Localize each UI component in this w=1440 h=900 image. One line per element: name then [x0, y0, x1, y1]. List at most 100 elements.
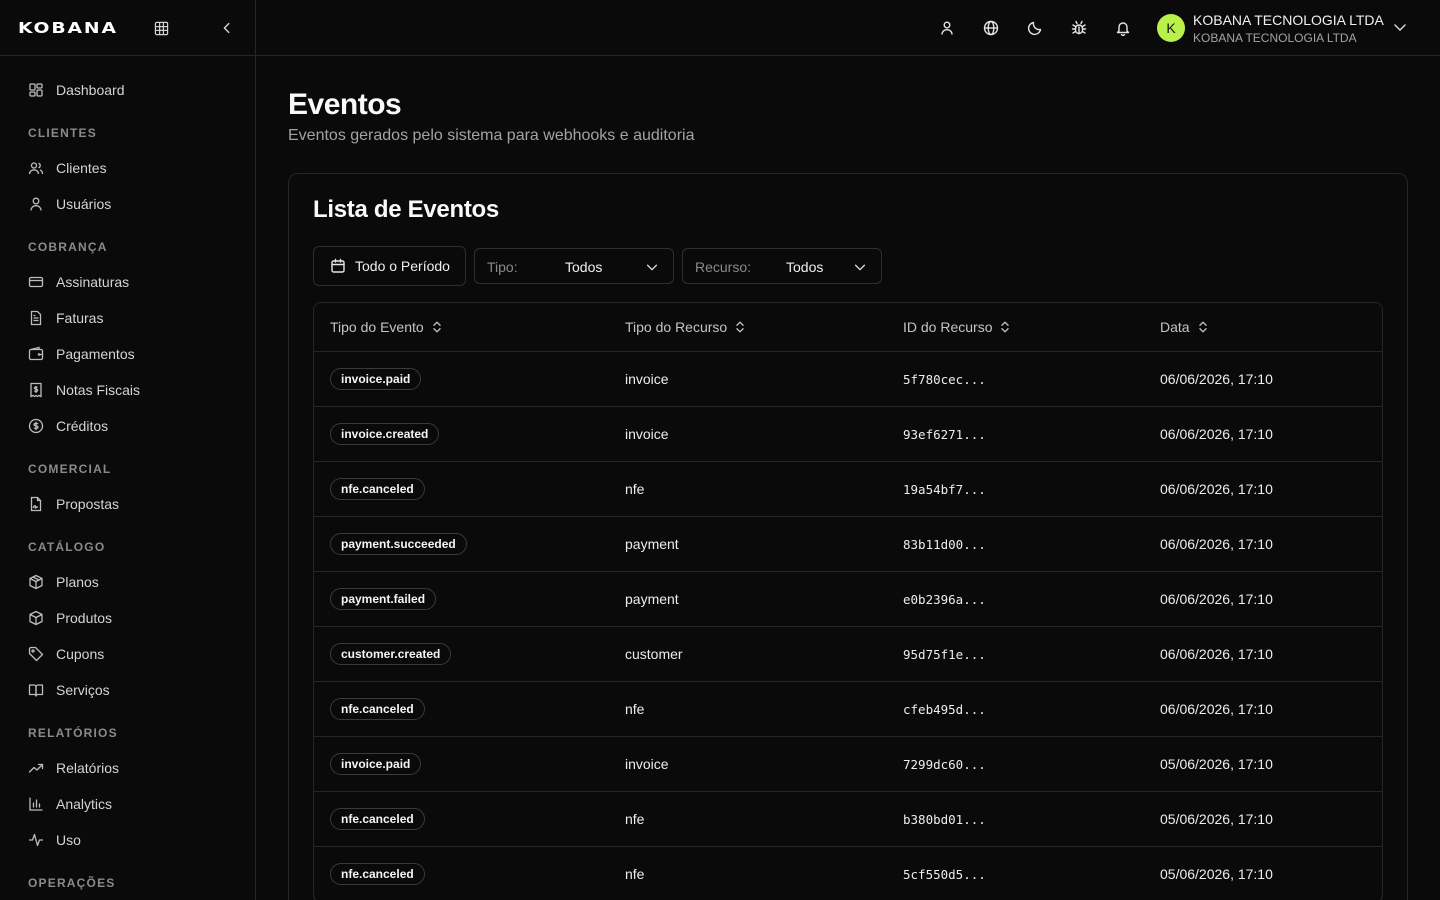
resource-type-cell: invoice [625, 371, 669, 387]
sidebar-item-assinaturas[interactable]: Assinaturas [0, 264, 255, 300]
resource-filter-label: Recurso: [695, 259, 752, 275]
event-type-badge: nfe.canceled [330, 808, 425, 830]
package-icon [28, 574, 44, 590]
sidebar-item-produtos[interactable]: Produtos [0, 600, 255, 636]
resource-type-cell: nfe [625, 866, 645, 882]
column-label: ID do Recurso [903, 319, 993, 335]
box-icon [28, 610, 44, 626]
date-cell: 05/06/2026, 17:10 [1160, 811, 1273, 827]
globe-icon[interactable] [982, 19, 1000, 37]
table-row[interactable]: nfe.canceled nfe b380bd01... 05/06/2026,… [314, 792, 1382, 847]
event-type-badge: invoice.paid [330, 753, 422, 775]
table-row[interactable]: payment.failed payment e0b2396a... 06/06… [314, 572, 1382, 627]
sidebar-item-relatorios[interactable]: Relatórios [0, 750, 255, 786]
table-row[interactable]: invoice.paid invoice 5f780cec... 06/06/2… [314, 352, 1382, 407]
sidebar-item-notas-fiscais[interactable]: Notas Fiscais [0, 372, 255, 408]
table-row[interactable]: nfe.canceled nfe 19a54bf7... 06/06/2026,… [314, 462, 1382, 517]
sidebar-item-label: Relatórios [56, 760, 120, 776]
dashboard-icon [28, 82, 44, 98]
sidebar-item-cupons[interactable]: Cupons [0, 636, 255, 672]
credit-card-icon [28, 274, 44, 290]
sidebar-item-label: Produtos [56, 610, 113, 626]
column-header-date[interactable]: Data [1160, 319, 1210, 335]
sidebar-item-uso[interactable]: Uso [0, 822, 255, 858]
brand-logo[interactable]: KOBANA [18, 19, 118, 37]
column-label: Tipo do Recurso [625, 319, 728, 335]
chevron-left-icon[interactable] [218, 19, 236, 37]
chevron-down-icon[interactable] [1392, 19, 1408, 35]
table-row[interactable]: invoice.paid invoice 7299dc60... 05/06/2… [314, 737, 1382, 792]
tag-icon [28, 646, 44, 662]
sidebar-item-label: Assinaturas [56, 274, 130, 290]
activity-icon [28, 832, 44, 848]
moon-icon[interactable] [1026, 19, 1044, 37]
user-icon[interactable] [938, 19, 956, 37]
event-type-badge: payment.failed [330, 588, 437, 610]
type-filter-label: Tipo: [487, 259, 518, 275]
avatar[interactable]: K [1157, 14, 1185, 42]
sidebar-item-clientes[interactable]: Clientes [0, 150, 255, 186]
resource-id-cell: 7299dc60... [903, 757, 986, 772]
chevron-down-icon [646, 264, 658, 271]
apps-grid-icon[interactable] [152, 19, 170, 37]
resource-filter-select[interactable]: Recurso: Todos [682, 248, 882, 284]
table-row[interactable]: invoice.created invoice 93ef6271... 06/0… [314, 407, 1382, 462]
org-name[interactable]: KOBANA TECNOLOGIA LTDA [1193, 12, 1384, 28]
resource-id-cell: 95d75f1e... [903, 647, 986, 662]
sidebar-item-label: Usuários [56, 196, 112, 212]
column-header-resource-type[interactable]: Tipo do Recurso [625, 319, 747, 335]
resource-type-cell: invoice [625, 426, 669, 442]
user-icon [28, 196, 44, 212]
sidebar-item-creditos[interactable]: Créditos [0, 408, 255, 444]
sort-icon [736, 321, 744, 333]
sidebar-item-usuarios[interactable]: Usuários [0, 186, 255, 222]
column-header-resource-id[interactable]: ID do Recurso [903, 319, 1012, 335]
sidebar-item-servicos[interactable]: Serviços [0, 672, 255, 708]
org-subtitle: KOBANA TECNOLOGIA LTDA [1193, 31, 1357, 45]
sidebar-header: KOBANA [0, 0, 255, 56]
table-row[interactable]: customer.created customer 95d75f1e... 06… [314, 627, 1382, 682]
table-row[interactable]: nfe.canceled nfe cfeb495d... 06/06/2026,… [314, 682, 1382, 737]
table-row[interactable]: payment.succeeded payment 83b11d00... 06… [314, 517, 1382, 572]
sidebar-item-label: Clientes [56, 160, 107, 176]
sidebar-item-planos[interactable]: Planos [0, 564, 255, 600]
events-table: Tipo do Evento Tipo do Recurso ID do Rec… [313, 302, 1383, 900]
sidebar-item-faturas[interactable]: Faturas [0, 300, 255, 336]
section-relatorios: RELATÓRIOS [28, 726, 118, 740]
sidebar-item-pagamentos[interactable]: Pagamentos [0, 336, 255, 372]
bug-icon[interactable] [1070, 19, 1088, 37]
section-clientes: CLIENTES [28, 126, 97, 140]
file-signature-icon [28, 496, 44, 512]
trending-up-icon [28, 760, 44, 776]
column-header-event-type[interactable]: Tipo do Evento [330, 319, 444, 335]
type-filter-select[interactable]: Tipo: Todos [474, 248, 674, 284]
sidebar-item-label: Propostas [56, 496, 120, 512]
event-type-badge: customer.created [330, 643, 452, 665]
period-filter-button[interactable]: Todo o Período [313, 246, 466, 286]
sidebar-item-dashboard[interactable]: Dashboard [0, 72, 255, 108]
resource-type-cell: payment [625, 591, 679, 607]
table-row[interactable]: nfe.canceled nfe 5cf550d5... 05/06/2026,… [314, 847, 1382, 900]
sidebar-item-label: Faturas [56, 310, 104, 326]
file-text-icon [28, 310, 44, 326]
sidebar-item-label: Planos [56, 574, 99, 590]
calendar-icon [331, 258, 345, 273]
sidebar-item-propostas[interactable]: Propostas [0, 486, 255, 522]
book-open-icon [28, 682, 44, 698]
resource-type-cell: customer [625, 646, 683, 662]
chevron-down-icon [854, 264, 866, 271]
resource-type-cell: nfe [625, 701, 645, 717]
resource-id-cell: b380bd01... [903, 812, 986, 827]
date-cell: 05/06/2026, 17:10 [1160, 866, 1273, 882]
sort-icon [1001, 321, 1010, 333]
date-cell: 06/06/2026, 17:10 [1160, 646, 1273, 662]
section-operacoes: OPERAÇÕES [28, 876, 116, 890]
date-cell: 06/06/2026, 17:10 [1160, 426, 1273, 442]
sidebar-item-label: Dashboard [56, 82, 125, 98]
wallet-icon [28, 346, 44, 362]
receipt-icon [28, 382, 44, 398]
resource-type-cell: payment [625, 536, 679, 552]
bell-icon[interactable] [1114, 19, 1132, 37]
sidebar-item-label: Cupons [56, 646, 105, 662]
sidebar-item-analytics[interactable]: Analytics [0, 786, 255, 822]
